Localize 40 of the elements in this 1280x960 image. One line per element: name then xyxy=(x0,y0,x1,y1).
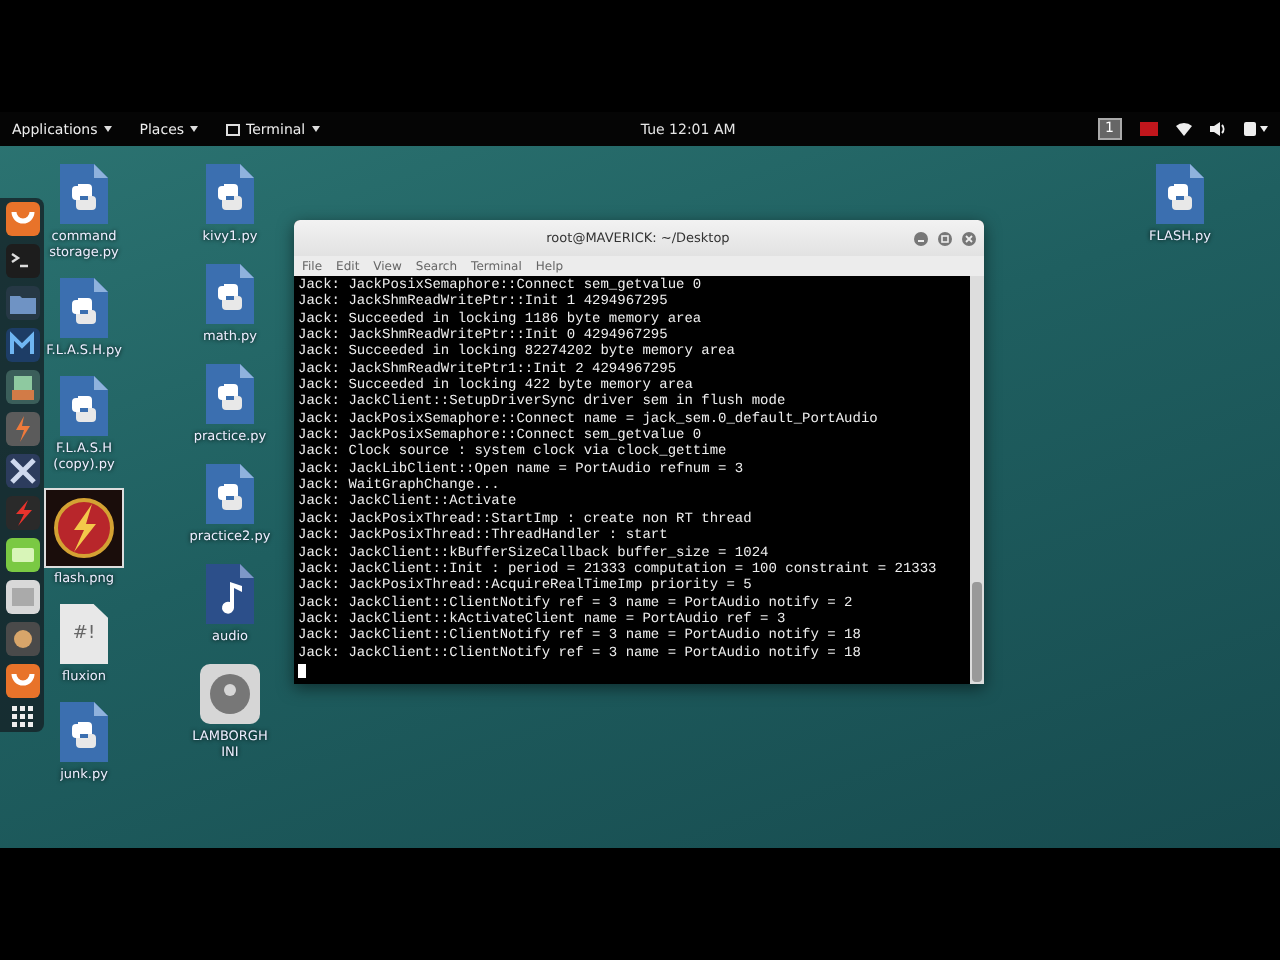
window-icon[interactable] xyxy=(5,580,39,614)
bolt-emblem-icon xyxy=(46,490,122,566)
python-file-icon xyxy=(60,702,108,762)
terminal-icon[interactable] xyxy=(5,244,39,278)
disk-drive-icon xyxy=(200,664,260,724)
coin-icon[interactable] xyxy=(5,622,39,656)
power-icon[interactable] xyxy=(1244,122,1268,136)
python-file-icon xyxy=(1156,164,1204,224)
screen-icon[interactable] xyxy=(5,538,39,572)
python-file-icon xyxy=(206,264,254,324)
desktop-icon[interactable] xyxy=(200,364,260,424)
python-file-icon xyxy=(206,164,254,224)
desktop-icon[interactable] xyxy=(54,376,114,436)
scrollbar[interactable] xyxy=(970,276,984,684)
maximize-icon[interactable] xyxy=(938,231,952,245)
desktop-icon[interactable] xyxy=(54,702,114,762)
volume-icon[interactable] xyxy=(1210,122,1226,136)
desktop-icon[interactable] xyxy=(200,164,260,224)
folder-icon[interactable] xyxy=(5,286,39,320)
python-file-icon xyxy=(60,164,108,224)
bolt-icon[interactable] xyxy=(5,496,39,530)
app-grid-icon[interactable] xyxy=(11,706,33,728)
wifi-icon[interactable] xyxy=(1176,122,1192,136)
desktop-icon[interactable] xyxy=(54,278,114,338)
close-icon[interactable] xyxy=(962,231,976,245)
desktop-icon[interactable] xyxy=(200,264,260,324)
desktop-icon[interactable] xyxy=(200,464,260,524)
desktop-icon[interactable] xyxy=(54,164,114,224)
python-file-icon xyxy=(60,278,108,338)
python-file-icon xyxy=(206,364,254,424)
minimize-icon[interactable] xyxy=(914,231,928,245)
music-file-icon xyxy=(206,564,254,624)
flame-icon[interactable] xyxy=(5,412,39,446)
terminal-icon xyxy=(226,123,241,135)
desktop-icon[interactable] xyxy=(200,564,260,624)
text-cursor xyxy=(298,663,306,678)
desktop-icon[interactable] xyxy=(46,490,122,566)
python-file-icon xyxy=(60,376,108,436)
desktop-icon[interactable] xyxy=(1150,164,1210,224)
python-file-icon xyxy=(206,464,254,524)
